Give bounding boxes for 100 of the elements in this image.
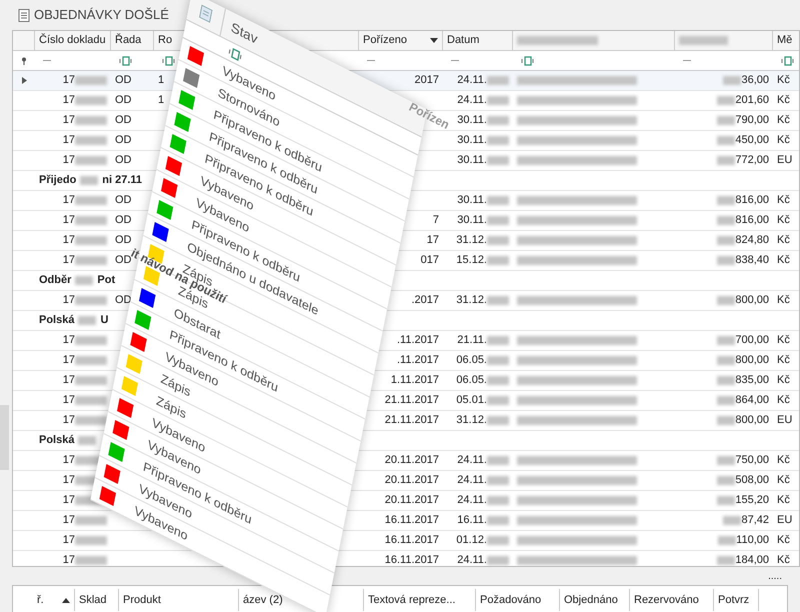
blurred-text <box>487 356 509 365</box>
table-cell-text: Kč <box>777 353 790 368</box>
table-cell-text: 7 <box>432 213 439 228</box>
table-cell-text: 30.11. <box>457 213 487 228</box>
table-cell-text: 17 <box>62 373 75 388</box>
blurred-text <box>487 496 509 505</box>
table-cell-text: .2017 <box>411 293 439 308</box>
table-cell-text: 01.12. <box>456 533 487 548</box>
blurred-text <box>75 136 107 145</box>
table-cell-text: Kč <box>777 73 790 88</box>
table-cell-text: 24.11. <box>457 493 487 508</box>
column-header[interactable]: Textová repreze... <box>364 589 476 611</box>
table-cell-text: OD <box>115 213 132 228</box>
blurred-text <box>75 96 107 105</box>
filter-dash-icon <box>367 60 375 62</box>
table-cell-text: 06.05. <box>456 353 487 368</box>
table-cell-text: 17 <box>62 93 75 108</box>
table-cell-text: OD <box>115 133 132 148</box>
blurred-text <box>75 216 107 225</box>
blurred-text <box>75 256 107 265</box>
blurred-text <box>75 416 107 425</box>
table-cell-text: Kč <box>777 373 790 388</box>
table-cell-text: OD <box>115 113 132 128</box>
table-cell-text: 838,40 <box>735 253 769 268</box>
panel-title: OBJEDNÁVKY DOŠLÉ <box>34 6 169 24</box>
splitter-handle[interactable] <box>0 405 9 470</box>
column-header[interactable]: Potvrz <box>714 589 759 611</box>
table-cell-text: 17 <box>62 153 75 168</box>
table-cell-text: 31.12. <box>456 413 487 428</box>
blurred-text <box>75 336 107 345</box>
blurred-text <box>75 376 107 385</box>
group-label: Pot <box>97 273 116 288</box>
column-header[interactable]: Pořízeno <box>359 31 443 50</box>
table-cell-text: 16.11. <box>457 513 487 528</box>
table-cell-text: 87,42 <box>741 513 769 528</box>
group-label: Přijedo <box>39 173 76 188</box>
blurred-text <box>487 516 509 525</box>
column-header[interactable]: Objednáno <box>560 589 630 611</box>
table-cell-text: 17 <box>62 233 75 248</box>
column-header[interactable]: Číslo dokladu <box>35 31 111 50</box>
column-header[interactable]: Datum <box>443 31 513 50</box>
column-header[interactable]: Mě <box>773 31 799 50</box>
column-header[interactable]: Řada <box>111 31 154 50</box>
blurred-text <box>80 176 98 185</box>
table-cell-text: Kč <box>777 233 790 248</box>
table-cell-text: 17 <box>62 473 75 488</box>
blurred-text <box>75 396 107 405</box>
blurred-text <box>717 476 736 485</box>
blurred-text <box>487 476 509 485</box>
blurred-text <box>75 76 107 85</box>
table-cell-text: OD <box>115 293 132 308</box>
column-header[interactable]: Rezervováno <box>630 589 714 611</box>
blurred-text <box>487 536 509 545</box>
filter-text-icon <box>521 56 535 66</box>
table-cell-text: Kč <box>777 93 790 108</box>
column-header[interactable]: ř. <box>33 589 75 611</box>
table-cell-text: 17 <box>62 213 75 228</box>
more-indicator[interactable]: ..... <box>768 572 782 582</box>
column-header[interactable]: Stav <box>230 20 259 46</box>
table-cell-text: EU <box>777 513 792 528</box>
table-cell-text: .11.2017 <box>396 333 439 348</box>
table-cell-text: 16.11.2017 <box>384 533 439 548</box>
blurred-text <box>723 516 742 525</box>
table-cell-text: .11.2017 <box>396 353 439 368</box>
filter-dash-icon <box>683 60 691 62</box>
table-cell-text: 17 <box>62 533 75 548</box>
table-cell-text: Kč <box>777 493 790 508</box>
table-cell-text: 155,20 <box>735 493 769 508</box>
table-cell-text: OD <box>115 233 132 248</box>
table-cell-text: 30.11. <box>457 133 487 148</box>
blurred-text <box>717 336 736 345</box>
table-cell-text: 450,00 <box>735 133 769 148</box>
table-cell-text: 800,00 <box>735 293 769 308</box>
column-header[interactable]: Sklad <box>75 589 119 611</box>
table-cell-text: 750,00 <box>735 453 769 468</box>
table-cell-text: 05.01. <box>456 393 487 408</box>
table-cell-text: 17 <box>62 493 75 508</box>
table-cell-text: 17 <box>426 233 439 248</box>
blurred-text <box>75 156 107 165</box>
table-cell-text: 20.11.2017 <box>384 473 439 488</box>
table-cell-text: Kč <box>777 193 790 208</box>
table-cell-text: 824,80 <box>735 233 769 248</box>
table-cell-text: 16.11.2017 <box>384 553 439 566</box>
column-header[interactable]: Požadováno <box>476 589 560 611</box>
table-cell-text: 800,00 <box>735 413 769 428</box>
table-cell-text: 1.11.2017 <box>390 373 439 388</box>
sort-up-icon <box>62 598 70 602</box>
blurred-text <box>487 256 509 265</box>
table-cell-text: 201,60 <box>735 93 769 108</box>
table-cell-text: 1 <box>158 73 164 88</box>
blurred-text <box>487 136 509 145</box>
blurred-text <box>717 196 736 205</box>
blurred-text <box>75 196 107 205</box>
blurred-text <box>717 236 736 245</box>
blurred-text <box>487 236 509 245</box>
table-cell-text: 21.11. <box>457 333 487 348</box>
column-header[interactable]: Produkt <box>119 589 239 611</box>
table-cell-text: OD <box>115 153 132 168</box>
table-cell-text: 24.11. <box>457 553 487 566</box>
group-label: Polská <box>39 433 74 448</box>
